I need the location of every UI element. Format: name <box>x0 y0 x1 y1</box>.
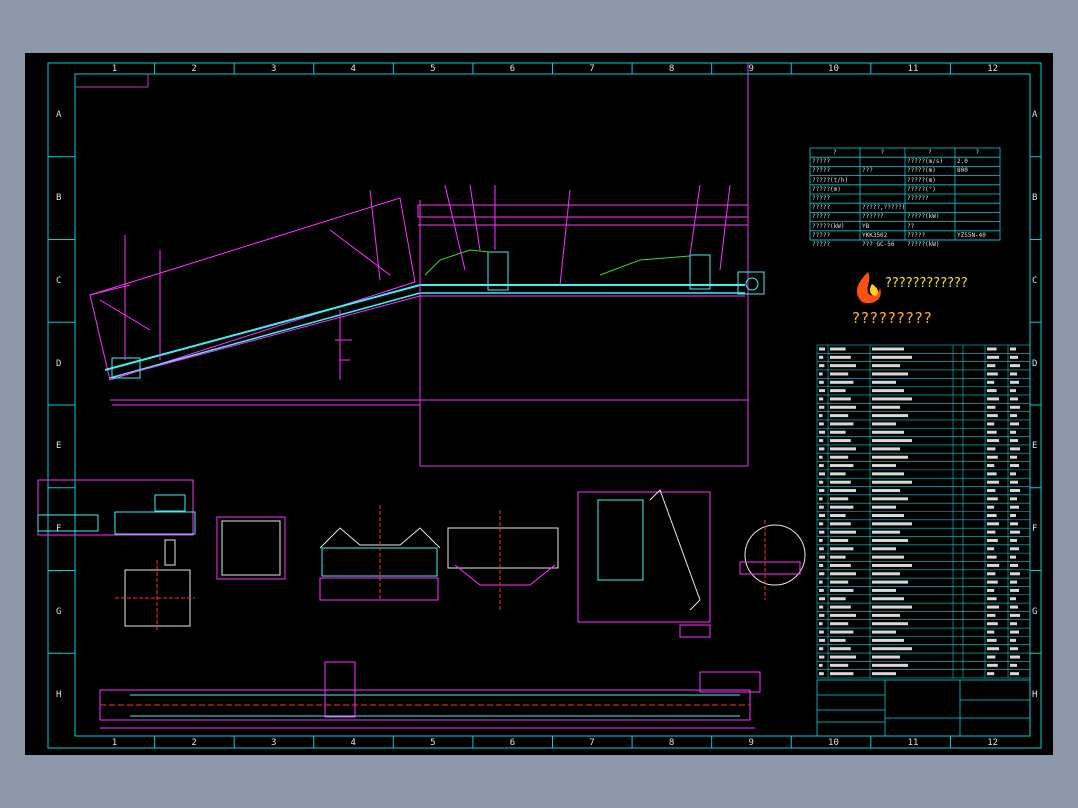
column-label-12: 12 <box>987 64 999 74</box>
column-label-10: 10 <box>828 738 839 748</box>
column-label-5: 5 <box>430 64 436 74</box>
row-label-D: D <box>1032 358 1038 369</box>
tech-table-cell: ?????(m) <box>907 176 936 184</box>
row-label-H: H <box>1032 689 1038 700</box>
tech-table-cell: ??? GC-56 <box>862 241 895 248</box>
column-label-8: 8 <box>668 64 675 74</box>
row-label-B: B <box>56 193 62 204</box>
logo-title: ???????????? <box>885 276 968 291</box>
tech-table-cell: ?????? <box>907 195 929 202</box>
conveyor-side-view <box>89 184 765 406</box>
tech-table-cell: 2.0 <box>957 158 968 166</box>
tech-table-cell: ?? <box>907 222 915 230</box>
parts-list-table <box>816 344 1031 679</box>
tech-table-cell: ????? <box>812 195 831 202</box>
flame-logo-icon <box>856 272 881 304</box>
column-label-11: 11 <box>907 738 919 748</box>
tech-table-cell: 800 <box>957 167 968 175</box>
tech-table-cell: ?????(m/s) <box>907 158 944 166</box>
column-label-8: 8 <box>668 738 675 748</box>
column-label-12: 12 <box>987 738 999 748</box>
row-label-H: H <box>56 689 62 700</box>
column-label-9: 9 <box>748 64 754 74</box>
tech-table-cell: ?????,?????(kW) <box>862 204 904 212</box>
tech-table-cell: ????? <box>812 158 831 166</box>
tech-table-cell: ????? <box>812 167 831 175</box>
column-label-4: 4 <box>350 64 356 74</box>
tech-table-header: ? <box>833 149 837 156</box>
tech-table-cell: ?????(m) <box>907 167 936 175</box>
column-label-2: 2 <box>191 738 197 748</box>
section-views <box>216 489 806 638</box>
column-label-1: 1 <box>111 64 118 74</box>
tech-table-cell: ?????(°) <box>907 185 936 193</box>
column-label-4: 4 <box>350 738 356 748</box>
tech-table-cell: YZ55N-40 <box>957 231 986 239</box>
row-label-A: A <box>1032 110 1038 121</box>
row-label-G: G <box>56 606 62 617</box>
tech-table-cell: ????? <box>907 231 926 239</box>
tech-table-cell: ????? <box>812 204 831 212</box>
row-label-F: F <box>1032 524 1038 535</box>
column-label-7: 7 <box>589 64 595 74</box>
tech-table-cell: ????? <box>812 213 831 221</box>
row-label-C: C <box>56 275 62 286</box>
column-label-10: 10 <box>828 64 839 74</box>
row-label-C: C <box>1032 275 1038 286</box>
tech-table-header: ? <box>880 149 885 156</box>
plan-view <box>99 661 761 729</box>
column-label-6: 6 <box>509 738 516 748</box>
column-label-1: 1 <box>111 738 118 748</box>
row-label-E: E <box>56 441 62 452</box>
cad-drawing <box>37 62 1042 749</box>
tech-table-cell: ?????(t/h) <box>812 176 849 184</box>
tech-table-header: ? <box>928 149 932 156</box>
tech-table-cell: ????? <box>812 231 831 239</box>
row-label-A: A <box>56 110 62 121</box>
column-label-6: 6 <box>509 64 516 74</box>
tech-table-cell: ?????(kW) <box>907 213 940 221</box>
column-label-11: 11 <box>907 64 919 74</box>
row-label-D: D <box>56 358 62 369</box>
tech-table-cell: ????? <box>812 241 831 248</box>
row-label-B: B <box>1032 193 1038 204</box>
tech-table-cell: ?????(kW) <box>812 222 845 230</box>
tech-table-header: ? <box>975 149 980 156</box>
tech-table-cell: YB <box>862 222 870 230</box>
tech-table-cell: ??? <box>862 167 873 175</box>
tech-table-cell: YKK3502 <box>862 231 888 239</box>
column-label-2: 2 <box>191 64 197 74</box>
tech-table-cell: ?????(m) <box>812 185 841 193</box>
tech-table-cell: ?????(kW) <box>907 241 940 248</box>
column-label-3: 3 <box>270 738 277 748</box>
row-label-G: G <box>1032 606 1038 617</box>
drive-unit-view <box>37 479 196 630</box>
column-label-7: 7 <box>589 738 595 748</box>
logo-subtitle: ????????? <box>852 309 933 327</box>
title-block <box>816 679 1031 737</box>
column-label-9: 9 <box>748 738 754 748</box>
column-label-5: 5 <box>430 738 436 748</box>
tech-table-cell: ?????? <box>862 213 884 221</box>
row-label-F: F <box>56 524 62 535</box>
row-label-E: E <box>1032 441 1038 452</box>
column-label-3: 3 <box>270 64 277 74</box>
